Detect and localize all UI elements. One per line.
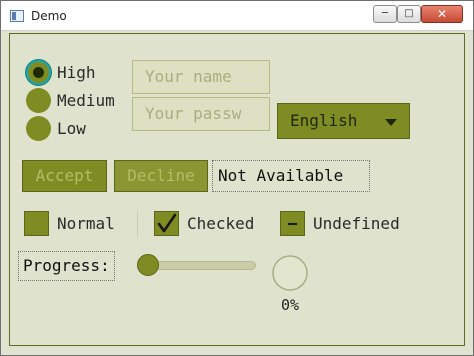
checkbox-normal[interactable] bbox=[24, 211, 49, 236]
not-available-label: Not Available bbox=[212, 160, 370, 192]
radio-high[interactable] bbox=[26, 60, 51, 85]
separator bbox=[137, 211, 138, 237]
maximize-button[interactable]: □ bbox=[397, 5, 421, 23]
radio-low-label: Low bbox=[57, 119, 86, 138]
radio-high-label: High bbox=[57, 63, 96, 82]
progress-slider-thumb[interactable] bbox=[137, 254, 159, 276]
checkbox-checked[interactable] bbox=[154, 211, 179, 236]
language-select[interactable]: English bbox=[277, 103, 410, 139]
radio-low[interactable] bbox=[26, 116, 51, 141]
progress-indicator bbox=[272, 255, 308, 291]
window-title: Demo bbox=[31, 9, 67, 23]
close-button[interactable]: ✕ bbox=[421, 5, 463, 23]
radio-medium[interactable] bbox=[26, 88, 51, 113]
progress-percent: 0% bbox=[280, 296, 300, 314]
checkbox-normal-label: Normal bbox=[57, 214, 115, 233]
title-bar: Demo ─ □ ✕ bbox=[1, 1, 473, 31]
app-window-icon bbox=[10, 10, 24, 22]
content-panel: High Medium Low Your name Your passw Eng… bbox=[9, 33, 465, 346]
close-icon: ✕ bbox=[436, 7, 448, 21]
chevron-down-icon bbox=[385, 119, 397, 126]
minimize-button[interactable]: ─ bbox=[373, 5, 397, 23]
name-input[interactable]: Your name bbox=[132, 60, 270, 94]
demo-window: Demo ─ □ ✕ High Medium Low Your name You… bbox=[0, 0, 474, 356]
minimize-icon: ─ bbox=[381, 8, 389, 19]
accept-button[interactable]: Accept bbox=[22, 160, 107, 192]
indeterminate-dash-icon bbox=[288, 223, 297, 225]
maximize-icon: □ bbox=[404, 8, 414, 19]
checkbox-undefined-label: Undefined bbox=[313, 214, 400, 233]
progress-slider-track[interactable] bbox=[142, 261, 256, 270]
progress-label: Progress: bbox=[18, 251, 115, 281]
decline-button[interactable]: Decline bbox=[114, 160, 208, 192]
checkmark-icon bbox=[157, 213, 177, 233]
radio-medium-label: Medium bbox=[57, 91, 115, 110]
password-input[interactable]: Your passw bbox=[132, 97, 270, 131]
checkbox-checked-label: Checked bbox=[187, 214, 255, 233]
checkbox-undefined[interactable] bbox=[280, 211, 305, 236]
language-select-value: English bbox=[290, 111, 358, 130]
